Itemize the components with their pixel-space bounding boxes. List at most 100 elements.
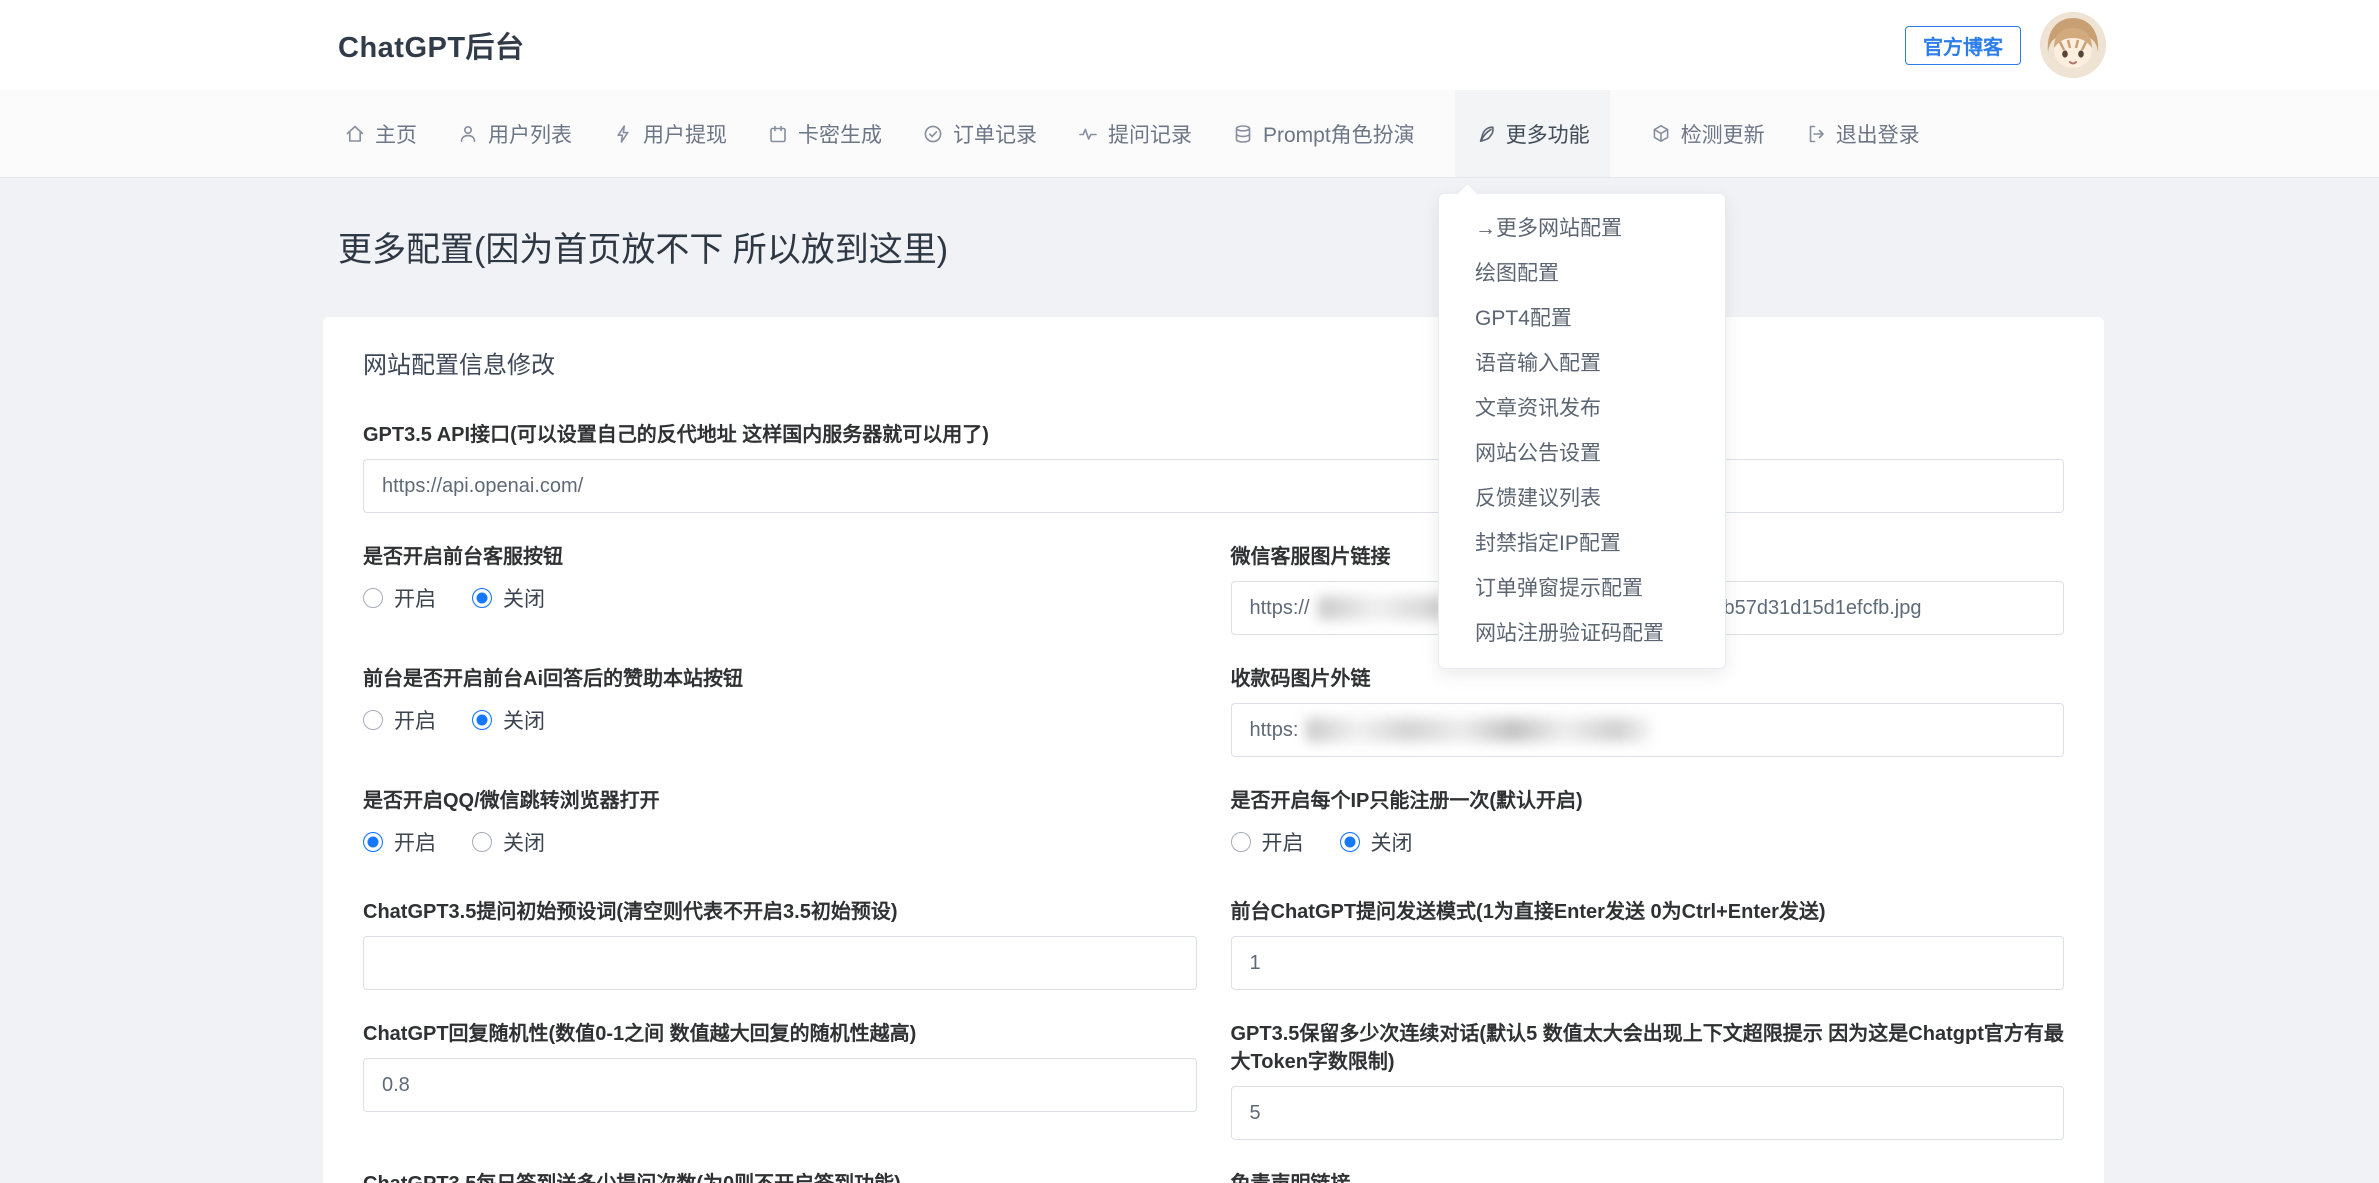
card-calendar-icon bbox=[767, 123, 789, 145]
nav-item-withdraw[interactable]: 用户提现 bbox=[612, 90, 727, 177]
radio-circle-checked bbox=[472, 710, 492, 730]
nav-label: 用户提现 bbox=[643, 119, 727, 149]
field-label: 前台是否开启前台Ai回答后的赞助本站按钮 bbox=[363, 665, 1197, 693]
main-content: 更多配置(因为首页放不下 所以放到这里) 网站配置信息修改 GPT3.5 API… bbox=[0, 178, 2379, 1183]
card-title: 网站配置信息修改 bbox=[363, 349, 2064, 383]
field-disclaimer-link: 免责声明链接 bbox=[1231, 1170, 2065, 1183]
radio-label: 开启 bbox=[394, 705, 436, 735]
nav-label: 卡密生成 bbox=[798, 119, 882, 149]
field-label: 是否开启前台客服按钮 bbox=[363, 543, 1197, 571]
radio-on[interactable]: 开启 bbox=[363, 583, 436, 613]
field-payment-qr-link: 收款码图片外链 https: bbox=[1231, 665, 2065, 757]
field-label: 是否开启QQ/微信跳转浏览器打开 bbox=[363, 787, 1197, 815]
official-blog-button[interactable]: 官方博客 bbox=[1905, 26, 2021, 65]
nav-item-prompt-roleplay[interactable]: Prompt角色扮演 bbox=[1232, 90, 1415, 177]
site-config-card: 网站配置信息修改 GPT3.5 API接口(可以设置自己的反代地址 这样国内服务… bbox=[323, 317, 2104, 1183]
nav-label: 订单记录 bbox=[953, 119, 1037, 149]
radio-off[interactable]: 关闭 bbox=[472, 583, 545, 613]
field-label: ChatGPT回复随机性(数值0-1之间 数值越大回复的随机性越高) bbox=[363, 1020, 1197, 1048]
dropdown-item-ban-ip-config[interactable]: 封禁指定IP配置 bbox=[1439, 521, 1725, 566]
database-icon bbox=[1232, 123, 1254, 145]
logout-icon bbox=[1805, 123, 1827, 145]
dropdown-item-site-announcement[interactable]: 网站公告设置 bbox=[1439, 431, 1725, 476]
field-label: 免责声明链接 bbox=[1231, 1170, 2065, 1183]
radio-circle bbox=[363, 588, 383, 608]
field-service-button-toggle: 是否开启前台客服按钮 开启 关闭 bbox=[363, 543, 1197, 635]
radio-label: 开启 bbox=[1262, 827, 1304, 857]
field-reply-randomness: ChatGPT回复随机性(数值0-1之间 数值越大回复的随机性越高) bbox=[363, 1020, 1197, 1140]
field-preset-words: ChatGPT3.5提问初始预设词(清空则代表不开启3.5初始预设) bbox=[363, 898, 1197, 990]
dropdown-item-voice-input-config[interactable]: 语音输入配置 bbox=[1439, 341, 1725, 386]
field-sponsor-button-toggle: 前台是否开启前台Ai回答后的赞助本站按钮 开启 关闭 bbox=[363, 665, 1197, 757]
nav-item-home[interactable]: 主页 bbox=[344, 90, 417, 177]
radio-label: 关闭 bbox=[503, 705, 545, 735]
radio-off[interactable]: 关闭 bbox=[1340, 827, 1413, 857]
user-icon bbox=[457, 123, 479, 145]
nav-item-check-update[interactable]: 检测更新 bbox=[1650, 90, 1765, 177]
radio-label: 关闭 bbox=[1371, 827, 1413, 857]
page-title: 更多配置(因为首页放不下 所以放到这里) bbox=[338, 222, 2379, 271]
radio-circle bbox=[472, 832, 492, 852]
field-context-keep: GPT3.5保留多少次连续对话(默认5 数值太大会出现上下文超限提示 因为这是C… bbox=[1231, 1020, 2065, 1140]
radio-label: 开启 bbox=[394, 827, 436, 857]
payment-qr-input[interactable]: https: bbox=[1231, 703, 2065, 757]
field-label: ChatGPT3.5每日签到送多少提问次数(为0则不开启签到功能) bbox=[363, 1170, 1197, 1183]
field-daily-signin: ChatGPT3.5每日签到送多少提问次数(为0则不开启签到功能) bbox=[363, 1170, 1197, 1183]
field-label: ChatGPT3.5提问初始预设词(清空则代表不开启3.5初始预设) bbox=[363, 898, 1197, 926]
nav-item-card-keys[interactable]: 卡密生成 bbox=[767, 90, 882, 177]
nav-label: 更多功能 bbox=[1506, 119, 1590, 149]
nav-item-orders[interactable]: 订单记录 bbox=[922, 90, 1037, 177]
field-send-mode: 前台ChatGPT提问发送模式(1为直接Enter发送 0为Ctrl+Enter… bbox=[1231, 898, 2065, 990]
url-prefix: https:// bbox=[1250, 597, 1310, 620]
send-mode-input[interactable] bbox=[1231, 936, 2065, 990]
dropdown-item-register-captcha-config[interactable]: 网站注册验证码配置 bbox=[1439, 611, 1725, 656]
context-keep-input[interactable] bbox=[1231, 1086, 2065, 1140]
main-navbar: 主页 用户列表 用户提现 卡密生成 订单记录 提问记录 Prom bbox=[0, 90, 2379, 178]
field-label: 收款码图片外链 bbox=[1231, 665, 2065, 693]
cube-icon bbox=[1650, 123, 1672, 145]
radio-label: 关闭 bbox=[503, 827, 545, 857]
nav-label: 退出登录 bbox=[1836, 119, 1920, 149]
service-button-radio-group: 开启 关闭 bbox=[363, 583, 1197, 612]
nav-item-question-log[interactable]: 提问记录 bbox=[1077, 90, 1192, 177]
qq-jump-radio-group: 开启 关闭 bbox=[363, 827, 1197, 856]
dropdown-item-drawing-config[interactable]: 绘图配置 bbox=[1439, 251, 1725, 296]
user-avatar[interactable] bbox=[2040, 12, 2106, 78]
home-icon bbox=[344, 123, 366, 145]
nav-item-user-list[interactable]: 用户列表 bbox=[457, 90, 572, 177]
official-blog-label: 官方博客 bbox=[1923, 31, 2003, 60]
randomness-input[interactable] bbox=[363, 1058, 1197, 1112]
dropdown-item-order-popup-config[interactable]: 订单弹窗提示配置 bbox=[1439, 566, 1725, 611]
dropdown-item-article-publish[interactable]: 文章资讯发布 bbox=[1439, 386, 1725, 431]
radio-on[interactable]: 开启 bbox=[1231, 827, 1304, 857]
nav-label: 检测更新 bbox=[1681, 119, 1765, 149]
radio-on[interactable]: 开启 bbox=[363, 827, 436, 857]
dropdown-item-gpt4-config[interactable]: GPT4配置 bbox=[1439, 296, 1725, 341]
avatar-illustration bbox=[2040, 12, 2106, 78]
field-label: 是否开启每个IP只能注册一次(默认开启) bbox=[1231, 787, 2065, 815]
radio-on[interactable]: 开启 bbox=[363, 705, 436, 735]
nav-item-logout[interactable]: 退出登录 bbox=[1805, 90, 1920, 177]
app-header: ChatGPT后台 官方博客 bbox=[0, 0, 2379, 90]
redacted-url-segment bbox=[1306, 718, 1651, 742]
dropdown-item-more-site-config[interactable]: →更多网站配置 bbox=[1439, 206, 1725, 251]
nav-label: 提问记录 bbox=[1108, 119, 1192, 149]
preset-words-input[interactable] bbox=[363, 936, 1197, 990]
radio-off[interactable]: 关闭 bbox=[472, 705, 545, 735]
check-circle-icon bbox=[922, 123, 944, 145]
app-logo: ChatGPT后台 bbox=[338, 24, 525, 66]
radio-off[interactable]: 关闭 bbox=[472, 827, 545, 857]
nav-item-more-features[interactable]: 更多功能 bbox=[1455, 90, 1610, 177]
feather-icon bbox=[1475, 123, 1497, 145]
radio-circle-checked bbox=[472, 588, 492, 608]
field-qq-wechat-jump-toggle: 是否开启QQ/微信跳转浏览器打开 开启 关闭 bbox=[363, 787, 1197, 856]
dropdown-item-feedback-list[interactable]: 反馈建议列表 bbox=[1439, 476, 1725, 521]
radio-label: 开启 bbox=[394, 583, 436, 613]
radio-label: 关闭 bbox=[503, 583, 545, 613]
pulse-icon bbox=[1077, 123, 1099, 145]
field-label: GPT3.5 API接口(可以设置自己的反代地址 这样国内服务器就可以用了) bbox=[363, 421, 2064, 449]
radio-circle-checked bbox=[1340, 832, 1360, 852]
lightning-icon bbox=[612, 123, 634, 145]
field-api-endpoint: GPT3.5 API接口(可以设置自己的反代地址 这样国内服务器就可以用了) bbox=[363, 421, 2064, 513]
api-endpoint-input[interactable] bbox=[363, 459, 2064, 513]
